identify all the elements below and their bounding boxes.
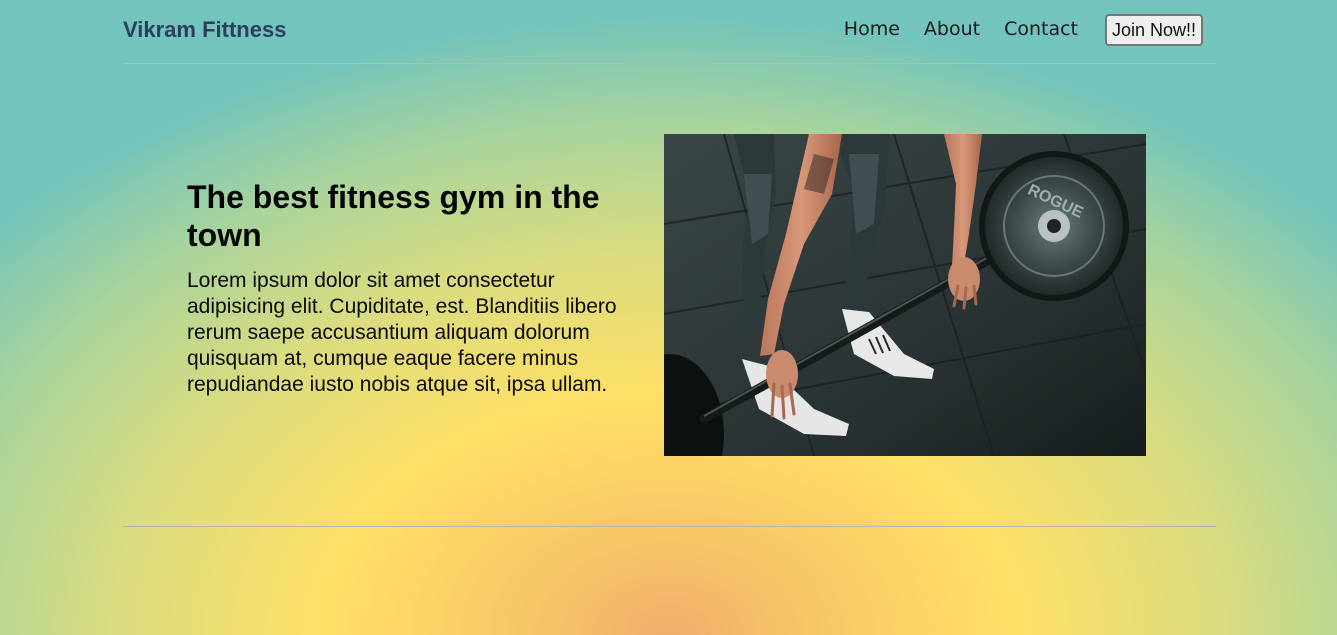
deadlift-photo: ROGUE [664, 134, 1146, 456]
brand-logo[interactable]: Vikram Fittness [123, 17, 286, 43]
nav-contact-link[interactable]: Contact [1004, 18, 1078, 40]
navbar: Vikram Fittness Home About Contact Join … [123, 0, 1216, 64]
hero-image: ROGUE [664, 134, 1146, 456]
hero-title: The best fitness gym in the town [187, 179, 600, 253]
hero-description: Lorem ipsum dolor sit amet consectetur a… [187, 269, 617, 396]
section-divider [123, 526, 1216, 527]
hero-text: The best fitness gym in the town Lorem i… [187, 178, 637, 398]
main-nav: Home About Contact [820, 18, 1078, 40]
join-now-button[interactable]: Join Now!! [1104, 14, 1203, 46]
nav-home-link[interactable]: Home [844, 18, 900, 40]
nav-about-link[interactable]: About [924, 18, 980, 40]
